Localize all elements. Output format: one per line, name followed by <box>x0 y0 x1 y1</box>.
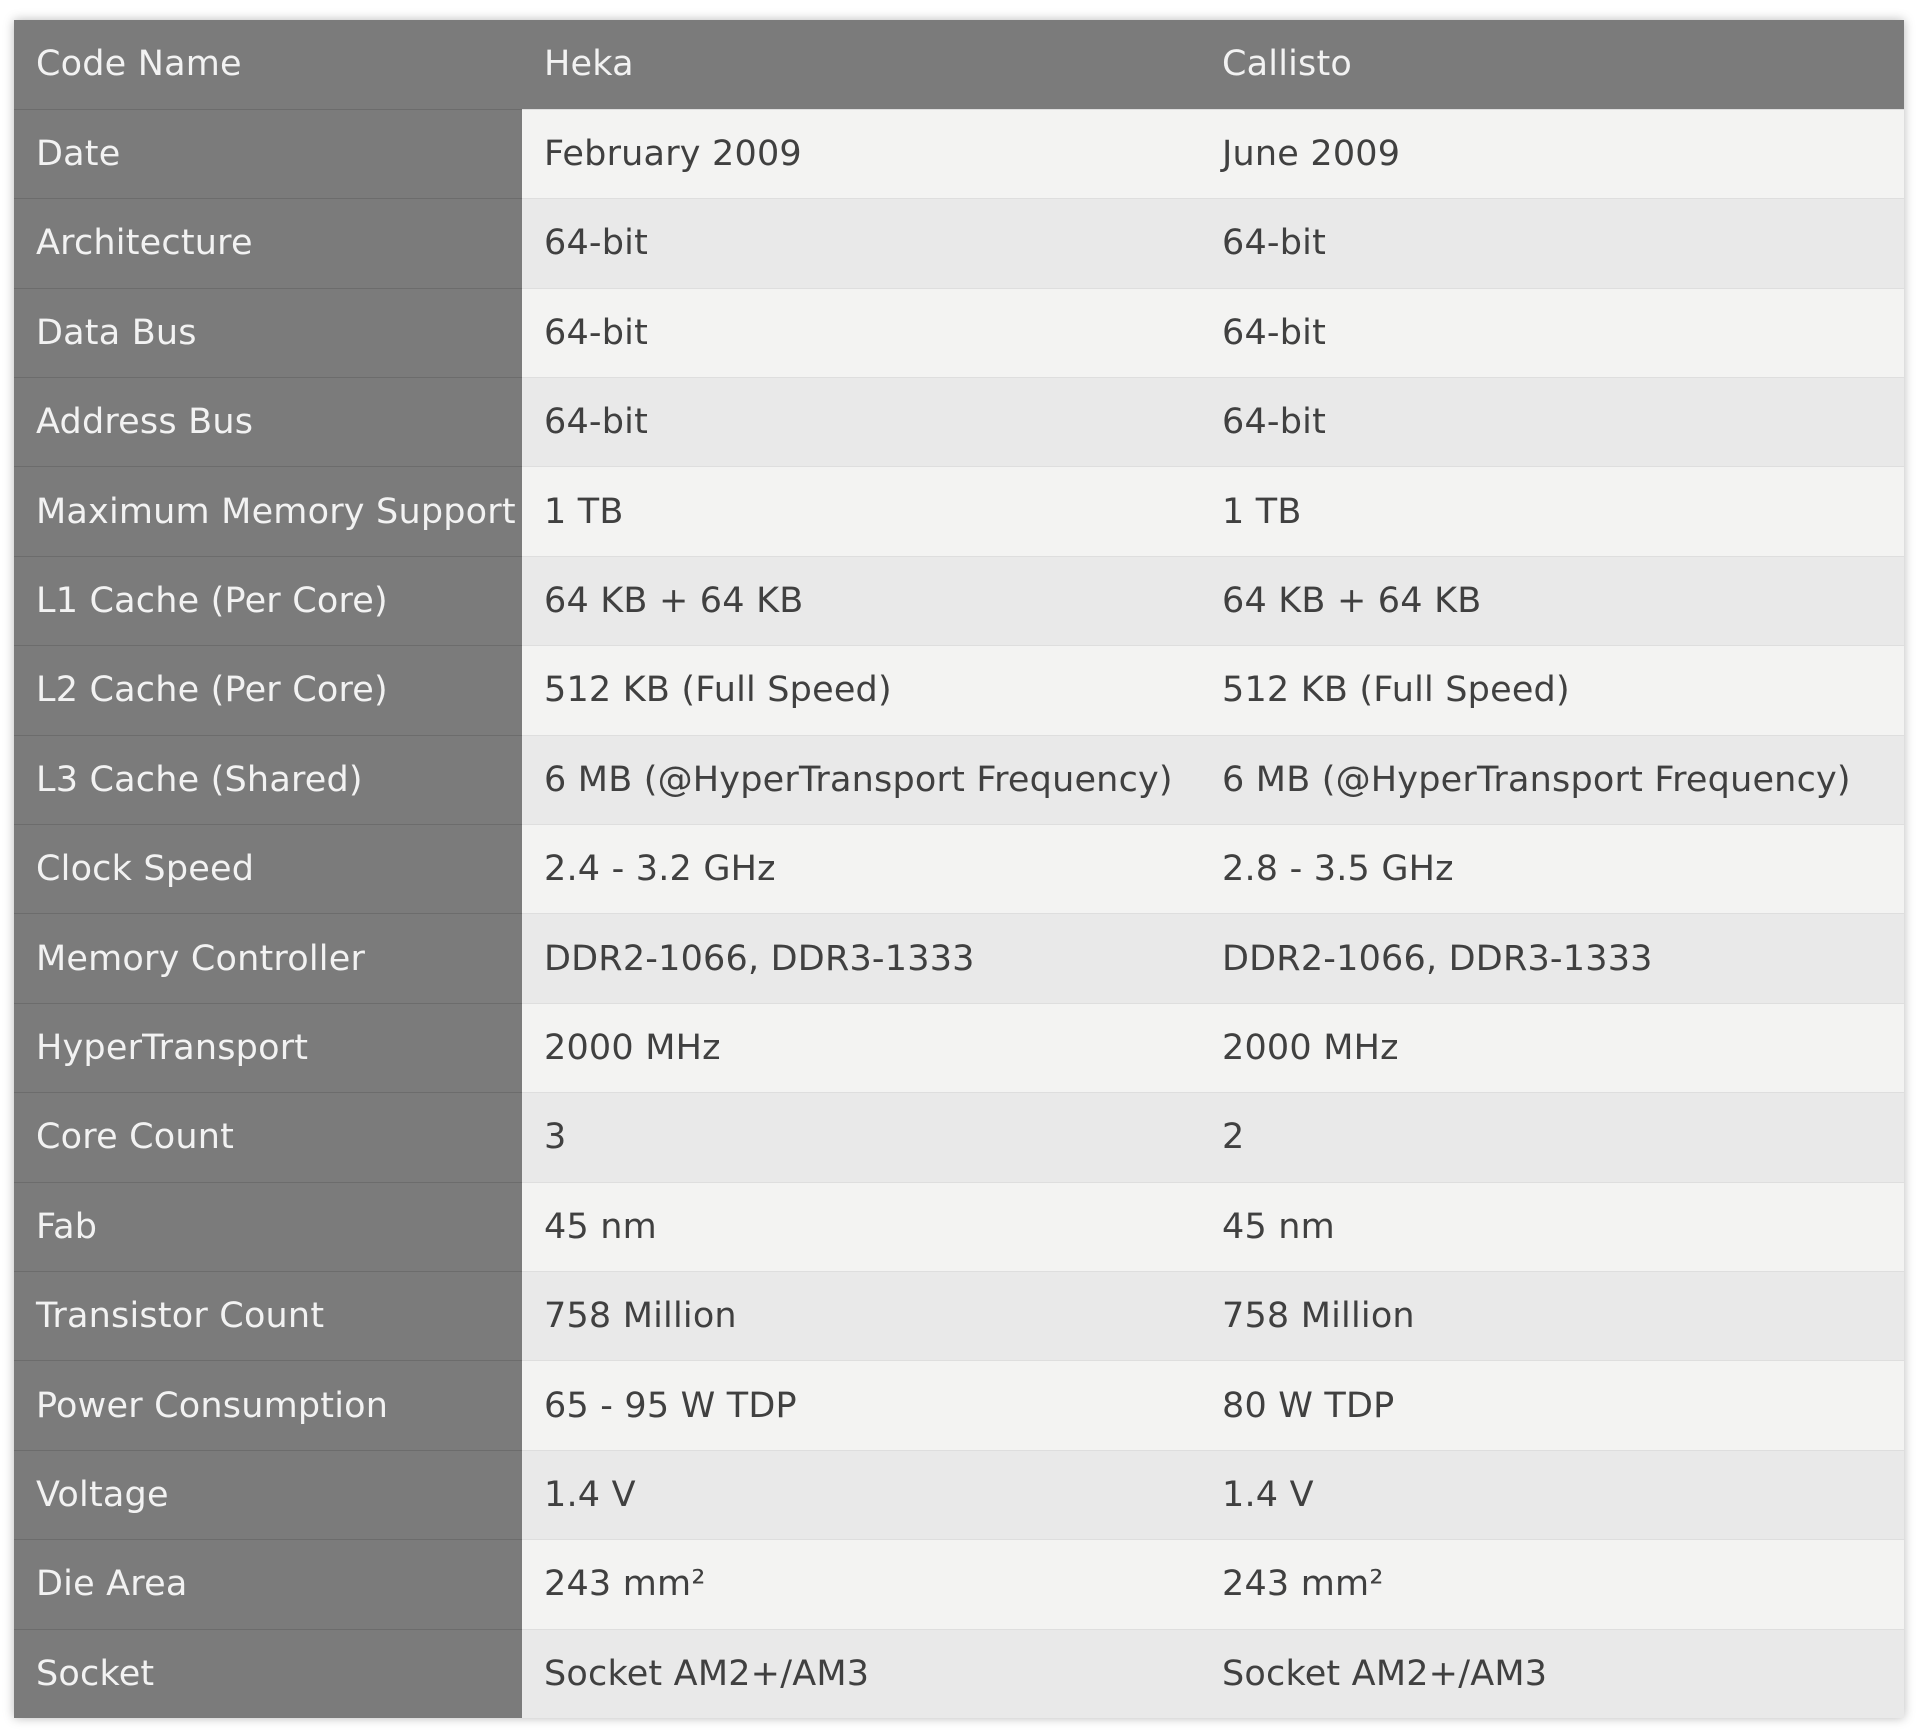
callisto-value: 64 KB + 64 KB <box>1200 555 1904 646</box>
header-callisto: Callisto <box>1200 20 1904 110</box>
callisto-value: 45 nm <box>1200 1181 1904 1272</box>
callisto-value: 758 Million <box>1200 1270 1904 1361</box>
heka-value: 1.4 V <box>522 1449 1200 1540</box>
heka-value: 2.4 - 3.2 GHz <box>522 824 1200 914</box>
row-label: Socket <box>14 1628 522 1719</box>
heka-value: 1 TB <box>522 466 1200 557</box>
row-label: L3 Cache (Shared) <box>14 734 522 825</box>
row-label: Data Bus <box>14 287 522 378</box>
table-row: Fab 45 nm 45 nm <box>14 1181 1904 1272</box>
row-label: Date <box>14 108 522 199</box>
callisto-value: 64-bit <box>1200 198 1904 289</box>
row-label: Voltage <box>14 1449 522 1540</box>
heka-value: 65 - 95 W TDP <box>522 1360 1200 1451</box>
callisto-value: 1 TB <box>1200 466 1904 557</box>
table-row: L1 Cache (Per Core) 64 KB + 64 KB 64 KB + … <box>14 555 1904 646</box>
table-body: Date February 2009 June 2009 Architecture 64… <box>14 108 1904 1719</box>
table-header-row: Code Name Heka Callisto <box>14 20 1904 110</box>
table-row: Voltage 1.4 V 1.4 V <box>14 1449 1904 1540</box>
heka-value: 64-bit <box>522 377 1200 467</box>
heka-value: 64-bit <box>522 287 1200 378</box>
row-label: L2 Cache (Per Core) <box>14 645 522 736</box>
table-row: L3 Cache (Shared) 6 MB (@HyperTransport F… <box>14 734 1904 825</box>
table-row: Data Bus 64-bit 64-bit <box>14 287 1904 378</box>
table-row: Architecture 64-bit 64-bit <box>14 198 1904 289</box>
heka-value: 3 <box>522 1092 1200 1183</box>
heka-value: February 2009 <box>522 108 1200 199</box>
row-label: Clock Speed <box>14 824 522 914</box>
row-label: Memory Controller <box>14 913 522 1004</box>
header-code-name: Code Name <box>14 20 522 110</box>
spec-comparison-table: Code Name Heka Callisto Date February 200… <box>14 20 1904 1719</box>
heka-value: 243 mm² <box>522 1539 1200 1630</box>
heka-value: 2000 MHz <box>522 1002 1200 1093</box>
table-row: Die Area 243 mm² 243 mm² <box>14 1539 1904 1630</box>
row-label: HyperTransport <box>14 1002 522 1093</box>
row-label: Fab <box>14 1181 522 1272</box>
table-row: Transistor Count 758 Million 758 Million <box>14 1270 1904 1361</box>
callisto-value: 64-bit <box>1200 287 1904 378</box>
table-row: Socket Socket AM2+/AM3 Socket AM2+/AM3 <box>14 1628 1904 1719</box>
heka-value: DDR2-1066, DDR3-1333 <box>522 913 1200 1004</box>
callisto-value: 64-bit <box>1200 377 1904 467</box>
callisto-value: DDR2-1066, DDR3-1333 <box>1200 913 1904 1004</box>
row-label: Maximum Memory Support <box>14 466 522 557</box>
callisto-value: 512 KB (Full Speed) <box>1200 645 1904 736</box>
callisto-value: June 2009 <box>1200 108 1904 199</box>
heka-value: 512 KB (Full Speed) <box>522 645 1200 736</box>
table-row: L2 Cache (Per Core) 512 KB (Full Speed) 51… <box>14 645 1904 736</box>
heka-value: 6 MB (@HyperTransport Frequency) <box>522 734 1200 825</box>
callisto-value: 6 MB (@HyperTransport Frequency) <box>1200 734 1904 825</box>
table-row: Clock Speed 2.4 - 3.2 GHz 2.8 - 3.5 GHz <box>14 824 1904 914</box>
table-row: Power Consumption 65 - 95 W TDP 80 W TDP <box>14 1360 1904 1451</box>
table-row: Memory Controller DDR2-1066, DDR3-1333 DDR… <box>14 913 1904 1004</box>
row-label: Address Bus <box>14 377 522 467</box>
callisto-value: 2000 MHz <box>1200 1002 1904 1093</box>
callisto-value: Socket AM2+/AM3 <box>1200 1628 1904 1719</box>
heka-value: 64-bit <box>522 198 1200 289</box>
row-label: L1 Cache (Per Core) <box>14 555 522 646</box>
table-row: Maximum Memory Support 1 TB 1 TB <box>14 466 1904 557</box>
table-row: HyperTransport 2000 MHz 2000 MHz <box>14 1002 1904 1093</box>
row-label: Architecture <box>14 198 522 289</box>
row-label: Transistor Count <box>14 1270 522 1361</box>
heka-value: Socket AM2+/AM3 <box>522 1628 1200 1719</box>
spec-comparison-table-container: Code Name Heka Callisto Date February 200… <box>14 20 1904 1719</box>
heka-value: 758 Million <box>522 1270 1200 1361</box>
row-label: Core Count <box>14 1092 522 1183</box>
row-label: Die Area <box>14 1539 522 1630</box>
header-heka: Heka <box>522 20 1200 110</box>
callisto-value: 80 W TDP <box>1200 1360 1904 1451</box>
row-label: Power Consumption <box>14 1360 522 1451</box>
table-row: Core Count 3 2 <box>14 1092 1904 1183</box>
callisto-value: 2.8 - 3.5 GHz <box>1200 824 1904 914</box>
heka-value: 45 nm <box>522 1181 1200 1272</box>
table-row: Date February 2009 June 2009 <box>14 108 1904 199</box>
table-row: Address Bus 64-bit 64-bit <box>14 377 1904 467</box>
callisto-value: 243 mm² <box>1200 1539 1904 1630</box>
heka-value: 64 KB + 64 KB <box>522 555 1200 646</box>
callisto-value: 2 <box>1200 1092 1904 1183</box>
callisto-value: 1.4 V <box>1200 1449 1904 1540</box>
